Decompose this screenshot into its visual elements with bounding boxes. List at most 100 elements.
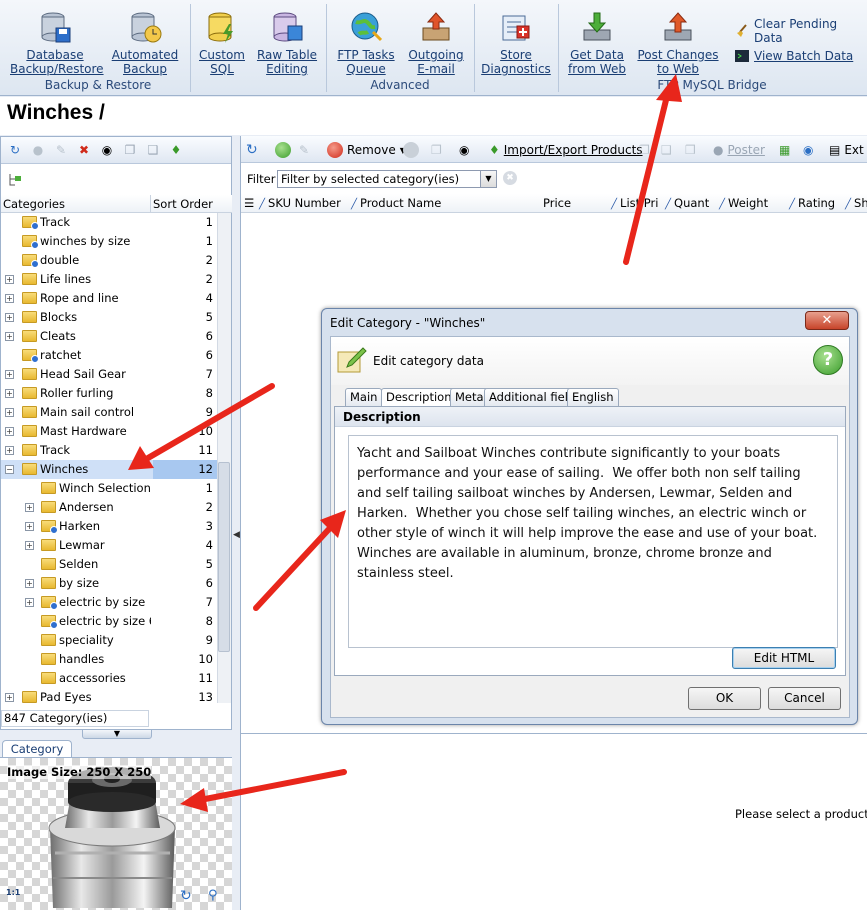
categories-column[interactable]: Categories — [3, 197, 65, 211]
chevron-down-icon[interactable]: ▼ — [480, 171, 496, 187]
tree-row[interactable]: + Track 11 — [1, 441, 217, 460]
ok-button[interactable]: OK — [688, 687, 761, 710]
actual-size-icon[interactable]: 1:1 — [6, 888, 22, 904]
get-data-from-web-button[interactable]: Get Data from Web — [564, 4, 630, 76]
paste-icon[interactable]: ❑ — [661, 140, 672, 160]
store-diagnostics-button[interactable]: Store Diagnostics — [480, 4, 552, 76]
raw-table-editing-button[interactable]: Raw Table Editing — [254, 4, 320, 76]
column-sku[interactable]: ╱ SKU Number — [259, 196, 341, 210]
expand-icon[interactable]: + — [5, 294, 14, 303]
ext-button[interactable]: ▤ Ext — [829, 140, 864, 160]
add-icon[interactable]: ● — [28, 140, 48, 160]
tree-row[interactable]: + Lewmar 4 — [1, 536, 217, 555]
database-backup-restore-button[interactable]: Database Backup/Restore — [10, 4, 104, 76]
tree-row[interactable]: + Life lines 2 — [1, 270, 217, 289]
column-list-price[interactable]: ╱ List Pri — [611, 196, 658, 210]
tab-category[interactable]: Category — [2, 740, 72, 758]
tree-row[interactable]: + Mast Hardware 10 — [1, 422, 217, 441]
browser-icon[interactable]: ◉ — [803, 140, 813, 160]
binoculars-icon[interactable]: ◉ — [459, 140, 469, 160]
tab-main[interactable]: Main — [345, 388, 383, 406]
expand-icon[interactable]: + — [5, 370, 14, 379]
edit-icon[interactable]: ✎ — [51, 140, 71, 160]
tree-row[interactable]: + by size 6 — [1, 574, 217, 593]
expand-icon[interactable]: + — [5, 446, 14, 455]
splitter-arrow-icon[interactable]: ◀ — [233, 530, 240, 544]
column-weight[interactable]: ╱ Weight — [719, 196, 768, 210]
tree-expand-icon[interactable] — [5, 170, 25, 190]
tree-row[interactable]: + Roller furling 8 — [1, 384, 217, 403]
tree-row[interactable]: double 2 — [1, 251, 217, 270]
cancel-button[interactable]: Cancel — [768, 687, 841, 710]
expand-icon[interactable]: + — [5, 427, 14, 436]
edit-html-button[interactable]: Edit HTML — [732, 647, 836, 669]
export-excel-icon[interactable]: ▦ — [779, 140, 790, 160]
tree-row[interactable]: + Andersen 2 — [1, 498, 217, 517]
copy-icon[interactable]: ❐ — [639, 140, 650, 160]
tree-row[interactable]: + Rope and line 4 — [1, 289, 217, 308]
column-shipping[interactable]: ╱ Sh — [845, 196, 867, 210]
copy-icon[interactable]: ❐ — [120, 140, 140, 160]
row-selector-icon[interactable]: ☰ — [244, 196, 254, 210]
column-price[interactable]: Price — [543, 196, 571, 210]
expand-icon[interactable]: + — [25, 522, 34, 531]
expand-icon[interactable]: + — [25, 579, 34, 588]
tree-row[interactable]: speciality 9 — [1, 631, 217, 650]
delete-icon[interactable]: ✖ — [74, 140, 94, 160]
reload-image-icon[interactable]: ↻ — [180, 888, 196, 904]
tree-row[interactable]: accessories 11 — [1, 669, 217, 688]
poster-button[interactable]: ● Poster — [713, 140, 765, 160]
automated-backup-button[interactable]: Automated Backup — [108, 4, 182, 76]
expand-icon[interactable]: + — [5, 408, 14, 417]
tree-row[interactable]: + Blocks 5 — [1, 308, 217, 327]
post-changes-to-web-button[interactable]: Post Changes to Web — [636, 4, 720, 76]
tree-row[interactable]: electric by size 63 a 8 — [1, 612, 217, 631]
ftp-tasks-queue-button[interactable]: FTP Tasks Queue — [334, 4, 398, 76]
expand-icon[interactable]: + — [25, 598, 34, 607]
expand-icon[interactable]: + — [25, 541, 34, 550]
remove-button[interactable]: Remove ▼ — [327, 140, 406, 160]
view-batch-data-button[interactable]: View Batch Data — [735, 49, 853, 63]
zoom-icon[interactable]: ⚲ — [208, 888, 224, 904]
panel-collapse-handle[interactable]: ▼ — [82, 729, 152, 739]
expand-icon[interactable]: + — [25, 503, 34, 512]
tree-row[interactable]: − Winches 12 — [1, 460, 217, 479]
expand-icon[interactable]: + — [5, 332, 14, 341]
disabled-clear-icon[interactable] — [403, 140, 419, 160]
expand-icon[interactable]: + — [5, 389, 14, 398]
tree-row[interactable]: Winch Selection Gu 1 — [1, 479, 217, 498]
custom-sql-button[interactable]: Custom SQL — [196, 4, 248, 76]
tree-row[interactable]: winches by size 1 — [1, 232, 217, 251]
tree-sync-icon[interactable]: ♦ — [166, 140, 186, 160]
tree-row[interactable]: + Main sail control 9 — [1, 403, 217, 422]
column-quantity[interactable]: ╱ Quant — [665, 196, 709, 210]
tab-english[interactable]: English — [567, 388, 619, 406]
page-icon[interactable]: ❒ — [685, 140, 696, 160]
refresh-icon[interactable]: ↻ — [5, 140, 25, 160]
column-rating[interactable]: ╱ Rating — [789, 196, 835, 210]
clear-filter-icon[interactable]: ✖ — [503, 171, 517, 185]
tree-row[interactable]: Track 1 — [1, 213, 217, 232]
tree-row[interactable]: Selden 5 — [1, 555, 217, 574]
import-export-products-button[interactable]: ♦ Import/Export Products — [489, 140, 643, 160]
outgoing-email-button[interactable]: Outgoing E-mail — [404, 4, 468, 76]
clear-pending-data-button[interactable]: Clear Pending Data — [735, 17, 867, 45]
tree-row[interactable]: ratchet 6 — [1, 346, 217, 365]
tree-row[interactable]: + Pad Eyes 13 — [1, 688, 217, 707]
sort-order-column[interactable]: Sort Order — [150, 195, 213, 213]
collapse-icon[interactable]: − — [5, 465, 14, 474]
tree-row[interactable]: handles 10 — [1, 650, 217, 669]
copy-product-icon[interactable]: ❐ — [431, 140, 442, 160]
expand-icon[interactable]: + — [5, 313, 14, 322]
expand-icon[interactable]: + — [5, 275, 14, 284]
tree-row[interactable]: + Head Sail Gear 7 — [1, 365, 217, 384]
binoculars-icon[interactable]: ◉ — [97, 140, 117, 160]
category-scrollbar-thumb[interactable] — [218, 462, 230, 652]
tab-meta[interactable]: Meta — [450, 388, 489, 406]
refresh-products-icon[interactable]: ↻ — [246, 140, 258, 160]
column-product-name[interactable]: ╱ Product Name — [351, 196, 441, 210]
tree-row[interactable]: + electric by size 7 — [1, 593, 217, 612]
edit-product-icon[interactable]: ✎ — [299, 140, 309, 160]
expand-icon[interactable]: + — [5, 693, 14, 702]
tree-row[interactable]: + Harken 3 — [1, 517, 217, 536]
